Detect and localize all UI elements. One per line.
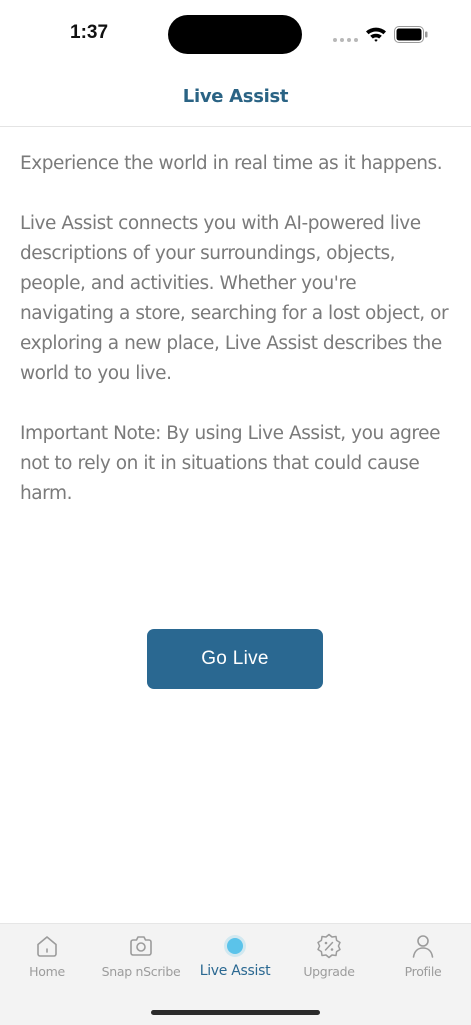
description-paragraph: Live Assist connects you with AI-powered… (20, 213, 449, 384)
tab-profile[interactable]: Profile (376, 932, 470, 979)
camera-icon (130, 936, 152, 956)
status-time: 1:37 (70, 22, 109, 43)
tab-profile-label: Profile (404, 964, 442, 979)
home-indicator (151, 1010, 320, 1015)
live-dot-icon (224, 935, 246, 957)
page-title: Live Assist (182, 86, 289, 107)
tab-live-assist-label: Live Assist (199, 963, 271, 979)
wifi-icon (366, 27, 386, 42)
go-live-button[interactable]: Go Live (147, 629, 323, 689)
tab-upgrade[interactable]: Upgrade (282, 932, 376, 979)
discount-badge-icon (317, 933, 341, 959)
status-bar: 1:37 (0, 0, 471, 70)
navigation-header: Live Assist (0, 70, 471, 127)
tab-home[interactable]: Home (0, 932, 94, 979)
cellular-signal-icon (333, 38, 359, 42)
tab-upgrade-label: Upgrade (303, 964, 355, 979)
home-icon (37, 936, 57, 957)
dynamic-island (168, 15, 302, 54)
important-note-paragraph: Important Note: By using Live Assist, yo… (20, 423, 441, 504)
battery-icon (394, 26, 428, 43)
tab-snap-nscribe-label: Snap nScribe (101, 964, 181, 979)
tab-home-label: Home (29, 964, 65, 979)
person-icon (412, 935, 434, 958)
tab-live-assist[interactable]: Live Assist (188, 932, 282, 979)
tab-snap-nscribe[interactable]: Snap nScribe (94, 932, 188, 979)
content-area: Experience the world in real time as it … (20, 149, 452, 539)
intro-paragraph: Experience the world in real time as it … (20, 153, 443, 174)
